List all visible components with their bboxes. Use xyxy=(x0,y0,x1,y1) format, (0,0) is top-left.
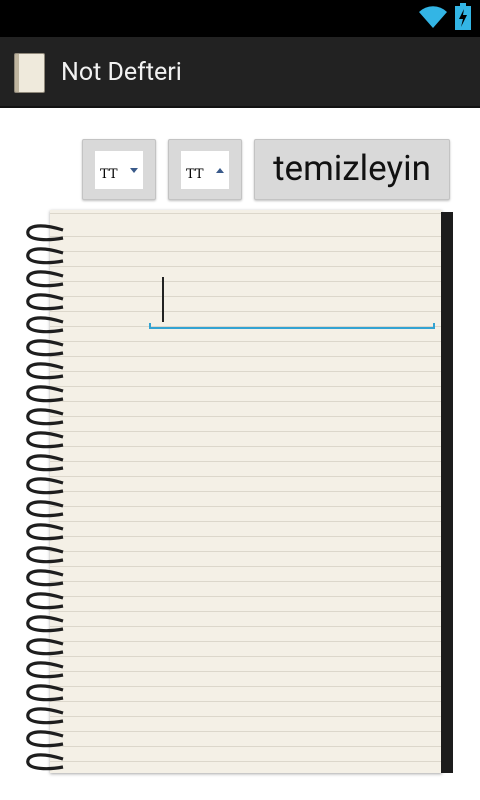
action-bar: Not Defteri xyxy=(0,37,480,108)
notebook-app-icon xyxy=(14,53,45,93)
input-underline xyxy=(149,323,435,329)
clear-button[interactable]: temizleyin xyxy=(254,139,450,200)
notebook-cover-edge xyxy=(441,212,453,773)
notebook xyxy=(25,210,455,775)
spiral-binding xyxy=(26,224,64,771)
battery-charging-icon xyxy=(455,3,471,30)
app-title: Not Defteri xyxy=(61,58,182,87)
wifi-icon xyxy=(419,6,447,28)
text-size-increase-icon: TT xyxy=(181,151,229,189)
note-text-input[interactable] xyxy=(149,277,435,329)
increase-font-size-button[interactable]: TT xyxy=(168,139,242,200)
text-size-decrease-icon: TT xyxy=(95,151,143,189)
text-cursor xyxy=(162,277,164,322)
small-t-glyph: TT xyxy=(100,167,118,182)
status-bar xyxy=(0,0,480,37)
decrease-font-size-button[interactable]: TT xyxy=(82,139,156,200)
large-t-glyph: TT xyxy=(186,167,204,182)
